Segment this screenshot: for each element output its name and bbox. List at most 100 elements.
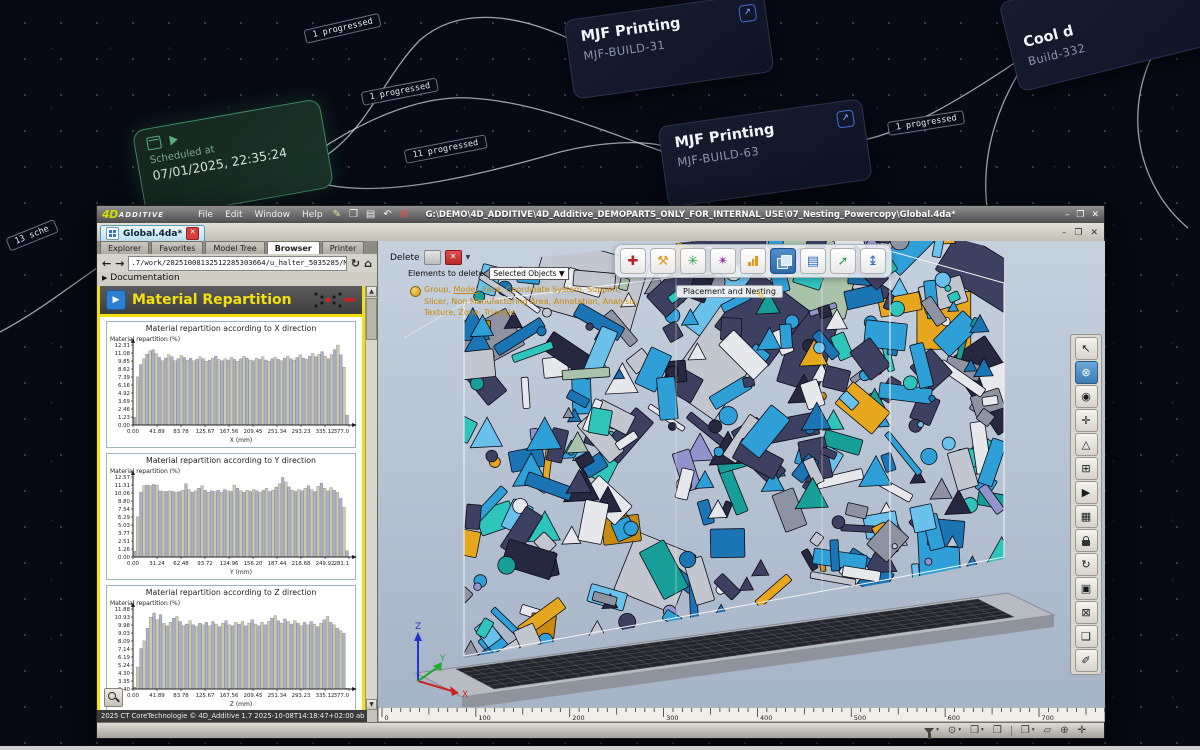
url-field[interactable]: .7/work/20251008132512285303664/u_halter… (128, 256, 346, 271)
point-select-tool[interactable]: ◉ (1075, 385, 1098, 408)
panel-tab-explorer[interactable]: Explorer (100, 241, 149, 254)
panel-tab-browser[interactable]: Browser (267, 241, 320, 254)
svg-text:Material repartition (%): Material repartition (%) (110, 468, 180, 475)
region-tool-icon: ▣ (1081, 582, 1091, 595)
clip-plane-button[interactable]: ▱ (1044, 726, 1052, 736)
delete-region-tool[interactable]: ⊠ (1075, 601, 1098, 624)
wrench-tool-button[interactable]: ⚒ (650, 248, 676, 274)
menu-window[interactable]: Window (255, 210, 291, 220)
menu-edit[interactable]: Edit (225, 210, 242, 220)
svg-text:600: 600 (948, 714, 960, 722)
annotate-tool[interactable]: ✐ (1075, 649, 1098, 672)
support-star-button[interactable]: ✳ (680, 248, 706, 274)
filter-view-button[interactable]: ▾ (924, 728, 939, 734)
measure-tool-button[interactable]: ↨ (860, 248, 886, 274)
titlebar[interactable]: 4D ADDITIVE FileEditWindowHelp ✎❐▤↶⊠ G:\… (97, 206, 1104, 223)
window-title: G:\DEMO\4D_ADDITIVE\4D_Additive_DEMOPART… (397, 210, 984, 220)
scroll-up-button[interactable]: ▲ (366, 286, 377, 297)
cursor-select-tool[interactable]: ↖ (1075, 337, 1098, 360)
svg-text:2.51: 2.51 (118, 539, 130, 545)
undo-icon[interactable]: ↶ (383, 209, 391, 220)
menu-help[interactable]: Help (302, 210, 323, 220)
mdi-close-button[interactable]: ✕ (1090, 228, 1098, 238)
copy-view-tool-icon: ❏ (1081, 630, 1091, 643)
delete-options-caret[interactable]: ▼ (466, 254, 471, 261)
external-link-icon[interactable]: ↗ (836, 109, 855, 128)
export-tool-button[interactable]: ➚ (830, 248, 856, 274)
close-button[interactable]: ✕ (1091, 210, 1099, 220)
deselect-tool[interactable]: ⊗ (1075, 361, 1098, 384)
play-box-tool[interactable]: ▶ (1075, 481, 1098, 504)
texture-star-button[interactable]: ✴ (710, 248, 736, 274)
browser-navbar: ← → .7/work/20251008132512285303664/u_halt… (97, 254, 377, 273)
cube-view-button[interactable]: ❒▾ (1021, 726, 1035, 736)
panel-tab-favorites[interactable]: Favorites (151, 241, 203, 254)
multi-select-tool[interactable]: ▦ (1075, 505, 1098, 528)
svg-text:251.34: 251.34 (268, 429, 287, 435)
3d-viewport[interactable]: ZXY 0100200300400500600700 Delete ✓ ✕ ▼ … (377, 241, 1105, 722)
core-technologie-logo (310, 290, 356, 310)
zoom-button[interactable]: ⊕ (1060, 726, 1068, 736)
shading-mode-button[interactable]: ❒▾ (970, 726, 984, 736)
cancel-delete-button[interactable]: ✕ (445, 250, 462, 265)
pen-icon[interactable]: ✎ (333, 209, 341, 220)
elements-dropdown[interactable]: Selected Objects ▼ (489, 267, 568, 280)
triangle-select-tool[interactable]: △ (1075, 433, 1098, 456)
panel-tab-printer[interactable]: Printer (322, 241, 365, 254)
copy-view-tool[interactable]: ❏ (1075, 625, 1098, 648)
move-tool[interactable]: ✛ (1075, 409, 1098, 432)
tab-close-button[interactable]: ✕ (186, 227, 199, 240)
svg-text:Z (mm): Z (mm) (230, 701, 252, 708)
svg-text:0.00: 0.00 (127, 561, 140, 567)
region-tool[interactable]: ▣ (1075, 577, 1098, 600)
back-button[interactable]: ← (102, 258, 111, 269)
svg-text:1.26: 1.26 (118, 547, 131, 553)
chart-plot: Material repartition (%)12.3111.089.858.… (107, 333, 357, 445)
confirm-delete-button[interactable]: ✓ (424, 250, 441, 265)
save-icon[interactable]: ▤ (366, 209, 375, 220)
point-select-tool-icon: ◉ (1081, 390, 1091, 403)
pan-button[interactable]: ✛ (1078, 726, 1086, 736)
mdi-restore-button[interactable]: ❐ (1074, 228, 1082, 238)
visibility-button[interactable]: ⊙▾ (948, 726, 961, 736)
restore-button[interactable]: ❐ (1076, 210, 1084, 220)
open-folder-icon[interactable]: ❐ (349, 209, 358, 220)
bars-icon (748, 256, 758, 266)
mdi-minimize-button[interactable]: – (1062, 228, 1067, 238)
home-button[interactable]: ⌂ (364, 258, 372, 269)
rotate-tool[interactable]: ↻ (1075, 553, 1098, 576)
svg-text:93.72: 93.72 (197, 561, 212, 567)
minimize-button[interactable]: – (1065, 210, 1070, 220)
panel-tab-model-tree[interactable]: Model Tree (205, 241, 264, 254)
menu-bar: File Edit Window Help (192, 210, 329, 220)
scroll-thumb[interactable] (366, 298, 377, 340)
svg-text:8.62: 8.62 (118, 367, 130, 373)
refresh-button[interactable]: ↻ (351, 258, 360, 269)
document-tab[interactable]: Global.4da* ✕ (100, 225, 205, 241)
app-logo-4d: 4D (102, 208, 118, 221)
window-controls: –❐ ✕ (1065, 210, 1099, 220)
repair-tool-button[interactable]: ✚ (620, 248, 646, 274)
cube-view-button-icon: ❒ (1021, 726, 1030, 736)
menu-file[interactable]: File (198, 210, 213, 220)
chart-title: Material repartition according to Z dire… (107, 588, 355, 597)
svg-text:12.57: 12.57 (115, 475, 130, 481)
scroll-down-button[interactable]: ▼ (366, 699, 377, 710)
placement-nesting-button[interactable] (770, 248, 796, 274)
placement-toolbar: ✚⚒✳✴ ▤➚↨ (614, 244, 892, 278)
external-link-icon[interactable]: ↗ (738, 4, 757, 23)
visibility-button-icon: ⊙ (948, 726, 956, 736)
copy-icon (777, 255, 790, 268)
taskbar-edge (0, 746, 1200, 750)
render-mode-button[interactable]: ❐ (993, 726, 1002, 736)
analysis-bars-button[interactable] (740, 248, 766, 274)
magnifier-button[interactable] (104, 688, 123, 707)
legend-text: Group, (424, 285, 453, 294)
box-select-tool[interactable]: ⊞ (1075, 457, 1098, 480)
caret-icon: ▾ (936, 728, 939, 734)
svg-text:0: 0 (385, 714, 389, 722)
lock-tool[interactable] (1075, 529, 1098, 552)
forward-button[interactable]: → (115, 258, 124, 269)
slicer-list-button[interactable]: ▤ (800, 248, 826, 274)
svg-text:209.45: 209.45 (244, 693, 263, 699)
